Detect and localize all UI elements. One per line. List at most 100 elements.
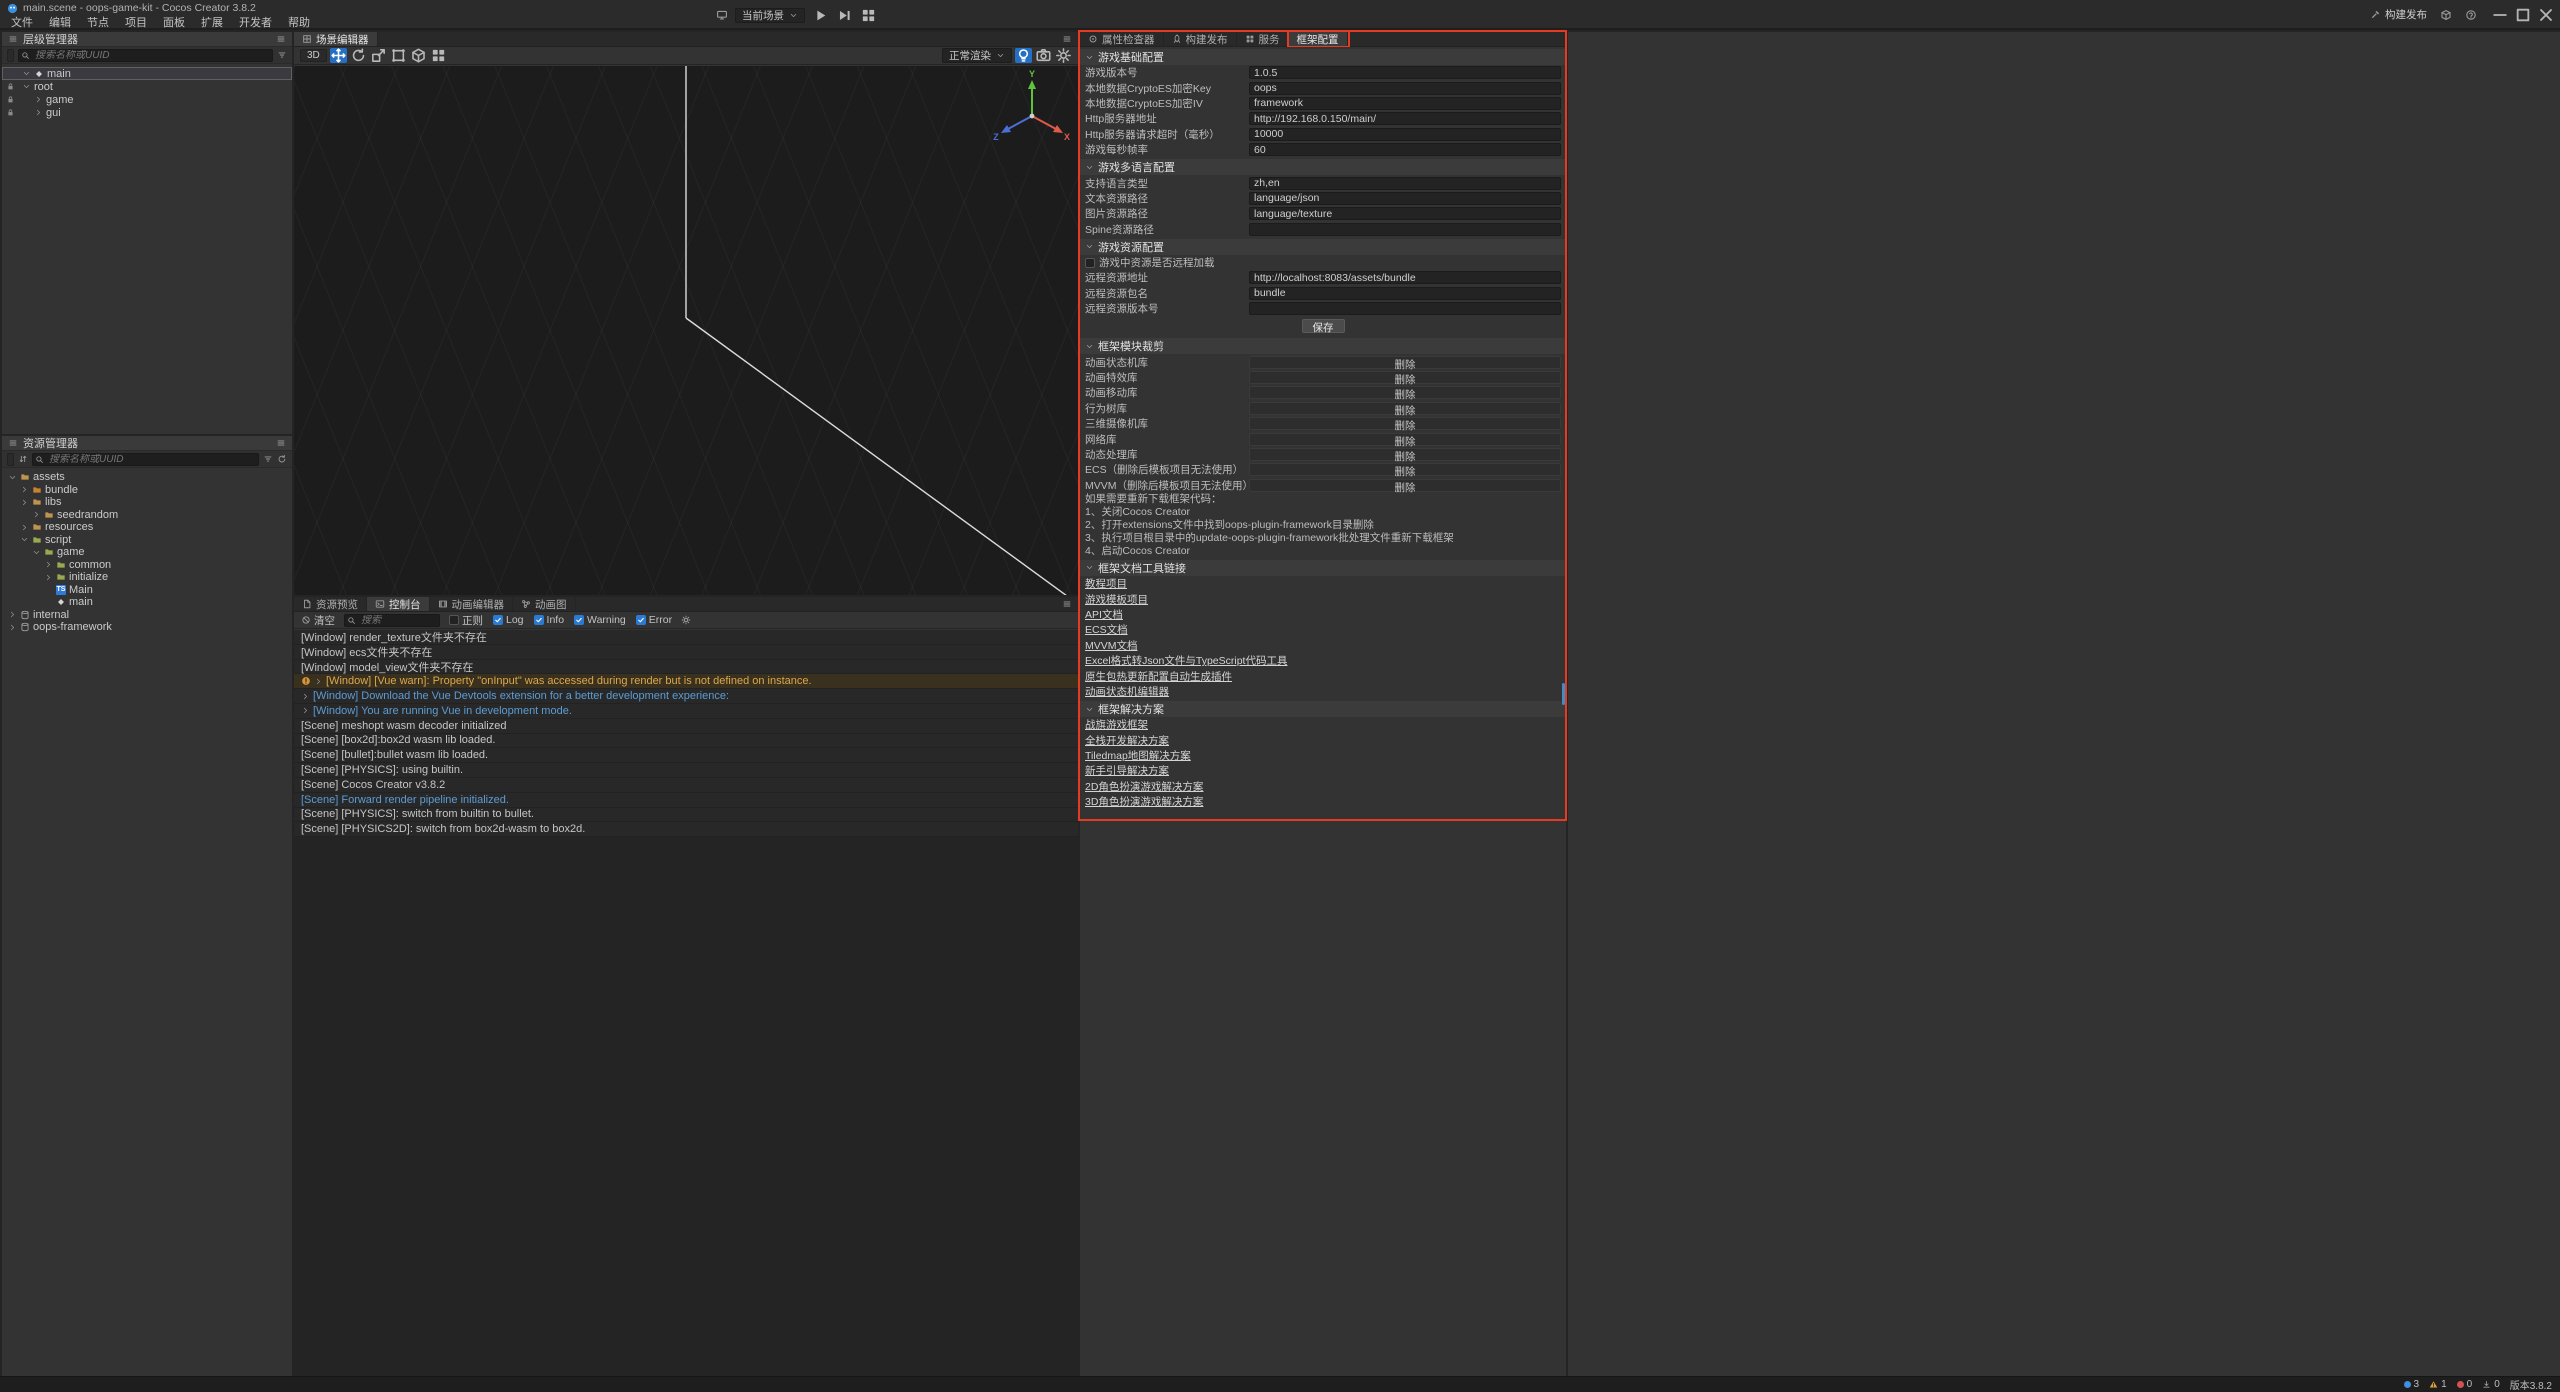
rotate-tool-icon[interactable] xyxy=(350,48,367,63)
filter-info[interactable]: Info xyxy=(534,614,565,626)
assets-node-resources[interactable]: resources xyxy=(2,521,292,534)
field-input[interactable] xyxy=(1249,192,1561,205)
assets-node-Main[interactable]: TSMain xyxy=(2,584,292,597)
field-input[interactable] xyxy=(1249,143,1561,156)
add-node-button[interactable] xyxy=(7,49,14,62)
minimize-button[interactable] xyxy=(2490,6,2510,24)
delete-button[interactable]: 删除 xyxy=(1249,417,1561,430)
log-row[interactable]: [Window] [Vue warn]: Property "onInput" … xyxy=(294,674,1078,689)
axis-gizmo[interactable]: Y X Z xyxy=(988,68,1072,152)
scene-viewport[interactable]: Y X Z xyxy=(294,66,1078,595)
field-input[interactable] xyxy=(1249,177,1561,190)
rect-tool-icon[interactable] xyxy=(390,48,407,63)
delete-button[interactable]: 删除 xyxy=(1249,371,1561,384)
section-docs-header[interactable]: 框架文档工具链接 xyxy=(1080,560,1566,576)
status-warning-count[interactable]: 1 xyxy=(2429,1379,2447,1390)
filter-log[interactable]: Log xyxy=(493,614,524,626)
docs-link[interactable]: API文档 xyxy=(1085,607,1123,622)
docs-link[interactable]: Excel格式转Json文件与TypeScript代码工具 xyxy=(1085,653,1287,668)
refresh-icon[interactable] xyxy=(277,454,287,464)
field-input[interactable] xyxy=(1249,223,1561,236)
move-tool-icon[interactable] xyxy=(330,48,347,63)
maximize-button[interactable] xyxy=(2513,6,2533,24)
log-row[interactable]: [Scene] [PHYSICS]: switch from builtin t… xyxy=(294,808,1078,823)
tab-service[interactable]: 服务 xyxy=(1237,32,1289,46)
log-row[interactable]: [Scene] Forward render pipeline initiali… xyxy=(294,793,1078,808)
log-row[interactable]: [Window] You are running Vue in developm… xyxy=(294,704,1078,719)
log-row[interactable]: [Scene] [PHYSICS]: using builtin. xyxy=(294,763,1078,778)
snap-tool-icon[interactable] xyxy=(430,48,447,63)
build-publish-button[interactable]: 构建发布 xyxy=(2370,7,2427,22)
field-input[interactable] xyxy=(1249,82,1561,95)
assets-node-script[interactable]: script xyxy=(2,534,292,547)
field-input[interactable] xyxy=(1249,287,1561,300)
log-row[interactable]: [Scene] [bullet]:bullet wasm lib loaded. xyxy=(294,748,1078,763)
assets-node-bundle[interactable]: bundle xyxy=(2,484,292,497)
solution-link[interactable]: Tiledmap地图解决方案 xyxy=(1085,748,1191,763)
delete-button[interactable]: 删除 xyxy=(1249,463,1561,476)
render-mode-select[interactable]: 正常渲染 xyxy=(942,48,1012,63)
menu-item-help[interactable]: 帮助 xyxy=(280,14,318,29)
status-info-count[interactable]: 3 xyxy=(2404,1379,2420,1390)
sort-icon[interactable] xyxy=(18,454,28,464)
menu-item-extension[interactable]: 扩展 xyxy=(193,14,231,29)
status-task-count[interactable]: 0 xyxy=(2482,1379,2500,1390)
menu-item-file[interactable]: 文件 xyxy=(3,14,41,29)
help-icon[interactable] xyxy=(2465,9,2477,21)
save-button[interactable]: 保存 xyxy=(1302,319,1345,333)
docs-link[interactable]: 游戏模板项目 xyxy=(1085,592,1148,607)
log-row[interactable]: [Scene] meshopt wasm decoder initialized xyxy=(294,719,1078,734)
add-asset-button[interactable] xyxy=(7,453,14,466)
scale-tool-icon[interactable] xyxy=(370,48,387,63)
camera-icon[interactable] xyxy=(1035,48,1052,63)
tab-framework-config[interactable]: 框架配置 xyxy=(1289,32,1348,46)
scene-select-dropdown[interactable]: 当前场景 xyxy=(735,8,805,23)
clear-console-button[interactable]: 清空 xyxy=(301,613,335,628)
tab-scene-editor[interactable]: 场景编辑器 xyxy=(294,32,378,46)
log-row[interactable]: [Window] model_view文件夹不存在 xyxy=(294,660,1078,675)
tab-preview[interactable]: 资源预览 xyxy=(294,597,367,611)
hierarchy-node-main[interactable]: main xyxy=(2,67,292,80)
assets-search-input[interactable] xyxy=(32,453,259,466)
console-settings-icon[interactable] xyxy=(681,615,691,625)
pivot-tool-icon[interactable] xyxy=(410,48,427,63)
tab-build[interactable]: 构建发布 xyxy=(1164,32,1237,46)
assets-node-initialize[interactable]: initialize xyxy=(2,571,292,584)
docs-link[interactable]: ECS文档 xyxy=(1085,622,1128,637)
field-input[interactable] xyxy=(1249,128,1561,141)
log-row[interactable]: [Window] render_texture文件夹不存在 xyxy=(294,630,1078,645)
assets-node-seedrandom[interactable]: seedrandom xyxy=(2,509,292,522)
filter-error[interactable]: Error xyxy=(636,614,672,626)
docs-link[interactable]: 动画状态机编辑器 xyxy=(1085,684,1169,699)
menu-item-developer[interactable]: 开发者 xyxy=(231,14,280,29)
field-input[interactable] xyxy=(1249,302,1561,315)
delete-button[interactable]: 删除 xyxy=(1249,448,1561,461)
menu-icon[interactable] xyxy=(276,34,286,44)
filter-icon[interactable] xyxy=(277,50,287,60)
solution-link[interactable]: 全栈开发解决方案 xyxy=(1085,733,1169,748)
tab-inspector[interactable]: 属性检查器 xyxy=(1080,32,1164,46)
step-button[interactable] xyxy=(836,7,853,23)
docs-link[interactable]: 教程项目 xyxy=(1085,576,1127,591)
log-row[interactable]: [Scene] [box2d]:box2d wasm lib loaded. xyxy=(294,734,1078,749)
menu-item-edit[interactable]: 编辑 xyxy=(41,14,79,29)
assets-node-main[interactable]: main xyxy=(2,596,292,609)
preview-device-icon[interactable] xyxy=(716,9,728,21)
solution-link[interactable]: 战旗游戏框架 xyxy=(1085,717,1148,732)
gear-icon[interactable] xyxy=(1055,48,1072,63)
log-row[interactable]: [Scene] Cocos Creator v3.8.2 xyxy=(294,778,1078,793)
field-input[interactable] xyxy=(1249,66,1561,79)
filter-warning[interactable]: Warning xyxy=(574,614,626,626)
hierarchy-node-root[interactable]: root xyxy=(2,80,292,93)
inspector-scrollbar[interactable] xyxy=(1562,683,1565,705)
solution-link[interactable]: 2D角色扮演游戏解决方案 xyxy=(1085,779,1203,794)
remote-load-checkbox[interactable] xyxy=(1085,258,1095,268)
tab-animation-graph[interactable]: 动画图 xyxy=(513,597,576,611)
assets-node-oops-framework[interactable]: oops-framework xyxy=(2,621,292,634)
hierarchy-search-input[interactable] xyxy=(18,49,273,62)
log-row[interactable]: [Window] ecs文件夹不存在 xyxy=(294,645,1078,660)
field-input[interactable] xyxy=(1249,97,1561,110)
assets-node-assets[interactable]: assets xyxy=(2,471,292,484)
solution-link[interactable]: 新手引导解决方案 xyxy=(1085,763,1169,778)
docs-link[interactable]: MVVM文档 xyxy=(1085,638,1138,653)
